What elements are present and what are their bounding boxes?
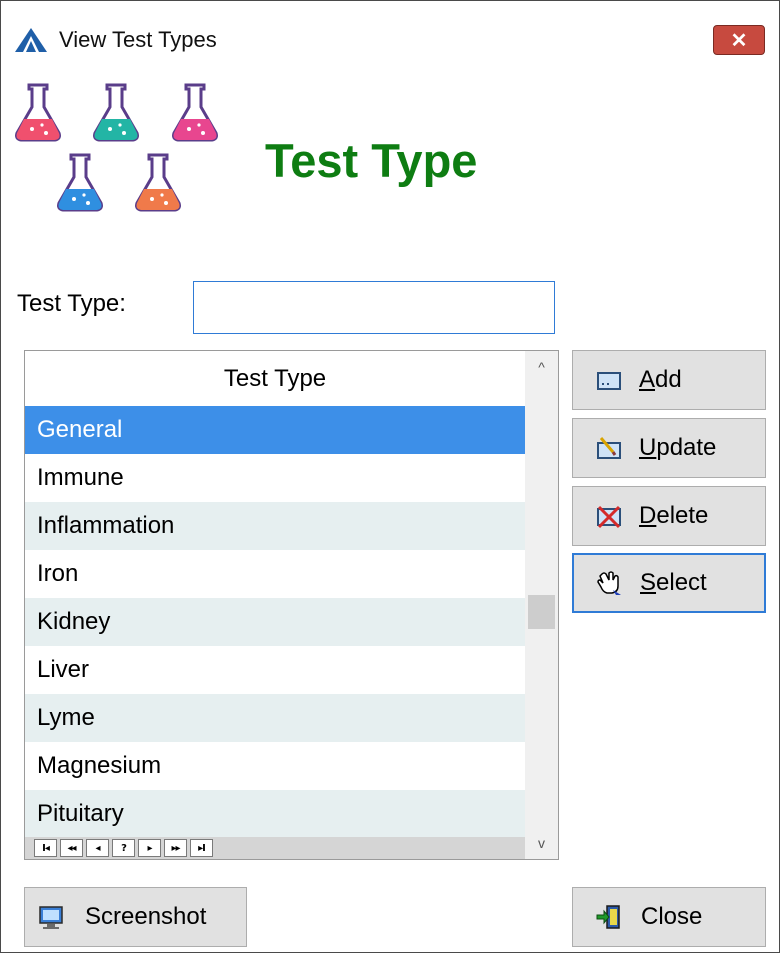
select-button[interactable]: Select	[572, 553, 766, 613]
title-bar: View Test Types ✕	[1, 1, 779, 79]
test-type-filter-input[interactable]	[193, 281, 555, 334]
first-record-button[interactable]: I◂	[34, 839, 57, 857]
update-button[interactable]: Update	[572, 418, 766, 478]
exit-door-icon	[596, 905, 620, 929]
previous-page-button[interactable]: ◂◂	[60, 839, 83, 857]
test-type-grid[interactable]: Test Type General Immune Inflammation Ir…	[24, 350, 559, 860]
delete-record-icon	[597, 505, 621, 529]
screenshot-label: Screenshot	[85, 903, 207, 930]
close-label: Close	[641, 903, 703, 930]
record-navigator: I◂ ◂◂ ◂ ? ▸ ▸▸ ▸I	[25, 837, 525, 859]
view-test-types-window: View Test Types ✕ Test Type Test Type: T…	[0, 0, 780, 953]
window-title: View Test Types	[59, 27, 217, 52]
next-page-button[interactable]: ▸▸	[164, 839, 187, 857]
window-close-button[interactable]: ✕	[713, 25, 765, 55]
table-row[interactable]: Magnesium	[25, 742, 525, 790]
table-row[interactable]: Kidney	[25, 598, 525, 646]
next-record-button[interactable]: ▸	[138, 839, 161, 857]
page-title: Test Type	[265, 134, 478, 187]
table-row[interactable]: Liver	[25, 646, 525, 694]
table-row[interactable]: General	[25, 406, 525, 454]
add-record-icon	[597, 372, 621, 390]
column-header-test-type[interactable]: Test Type	[25, 351, 525, 406]
screenshot-button[interactable]: Screenshot	[24, 887, 247, 947]
monitor-icon	[39, 906, 63, 929]
close-icon: ✕	[730, 29, 748, 52]
table-row[interactable]: Pituitary	[25, 790, 525, 838]
delete-button[interactable]: Delete	[572, 486, 766, 546]
last-record-button[interactable]: ▸I	[190, 839, 213, 857]
search-record-button[interactable]: ?	[112, 839, 135, 857]
hand-pointer-icon	[597, 571, 621, 595]
scroll-up-icon[interactable]: ^	[525, 351, 558, 383]
scroll-down-icon[interactable]: v	[525, 827, 558, 859]
table-row[interactable]: Lyme	[25, 694, 525, 742]
add-button[interactable]: Add	[572, 350, 766, 410]
scroll-thumb[interactable]	[528, 595, 555, 629]
close-button[interactable]: Close	[572, 887, 766, 947]
grid-rows: General Immune Inflammation Iron Kidney …	[25, 406, 525, 838]
vertical-scrollbar[interactable]: ^ v	[525, 351, 558, 859]
edit-record-icon	[597, 437, 621, 459]
table-row[interactable]: Inflammation	[25, 502, 525, 550]
test-type-filter-label: Test Type:	[17, 290, 126, 317]
test-tube-flasks-icon	[15, 83, 218, 212]
table-row[interactable]: Immune	[25, 454, 525, 502]
app-logo-icon	[15, 28, 47, 52]
previous-record-button[interactable]: ◂	[86, 839, 109, 857]
table-row[interactable]: Iron	[25, 550, 525, 598]
